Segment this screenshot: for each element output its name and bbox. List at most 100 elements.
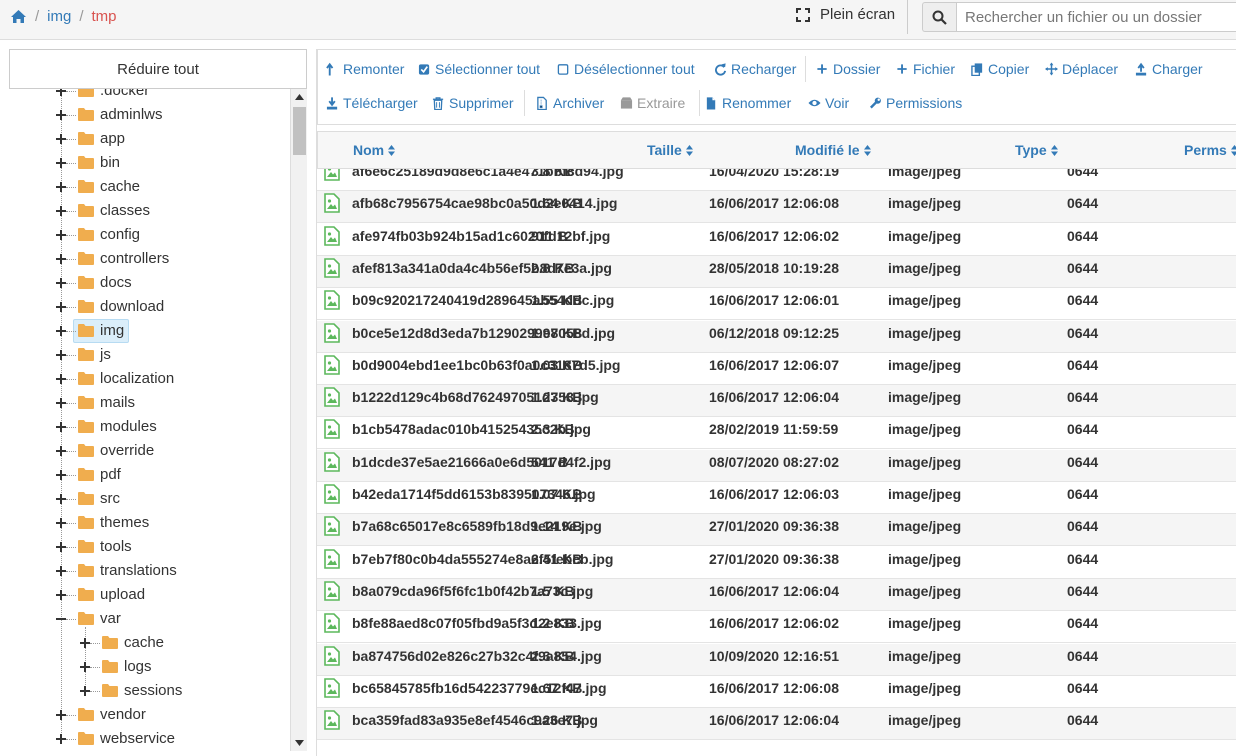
fullscreen-button[interactable]: Plein écran <box>796 6 895 23</box>
expand-toggle-icon[interactable] <box>56 302 66 312</box>
tree-item[interactable]: .docker <box>0 89 290 103</box>
toolbar-copier-button[interactable]: Copier <box>971 61 1029 77</box>
tree-item[interactable]: logs <box>0 655 290 679</box>
tree-item[interactable]: upload <box>0 583 290 607</box>
toolbar-charger-button[interactable]: Charger <box>1135 61 1203 77</box>
tree-item[interactable]: docs <box>0 271 290 295</box>
expand-toggle-icon[interactable] <box>56 590 66 600</box>
tree-item[interactable]: override <box>0 439 290 463</box>
toolbar-dossier-button[interactable]: Dossier <box>816 61 880 77</box>
table-row[interactable]: b42eda1714f5dd6153b839507346.jpg 1.07 KB 1… <box>317 482 1236 514</box>
tree-item[interactable]: controllers <box>0 247 290 271</box>
tree-item[interactable]: src <box>0 487 290 511</box>
collapse-all-button[interactable]: Réduire tout <box>9 49 307 89</box>
table-row[interactable]: af6e6c25189d9d8e6c1a4e471bbfcd94.jpg 3.8 … <box>317 169 1236 191</box>
expand-toggle-icon[interactable] <box>56 494 66 504</box>
toolbar-remonter-button[interactable]: Remonter <box>326 61 404 77</box>
tree-item[interactable]: classes <box>0 199 290 223</box>
table-row[interactable]: b7a68c65017e8c6589fb18d9e219e.jpg 1.14 KB… <box>317 514 1236 547</box>
expand-toggle-icon[interactable] <box>56 734 66 744</box>
column-header-type[interactable]: Type <box>1015 142 1058 158</box>
tree-item[interactable]: adminlws <box>0 103 290 127</box>
tree-item[interactable]: themes <box>0 511 290 535</box>
toolbar-voir-button[interactable]: Voir <box>808 95 849 111</box>
table-row[interactable]: afef813a341a0da4c4b56ef5b8d7e3a.jpg 2.8 K… <box>317 255 1236 288</box>
toolbar-deselectionner-tout-button[interactable]: Désélectionner tout <box>557 61 695 77</box>
tree-item[interactable]: translations <box>0 559 290 583</box>
table-row[interactable]: ba874756d02e826c27b32c4f9a854.jpg 2.3 KB 1… <box>317 643 1236 676</box>
tree-scrollbar[interactable] <box>290 89 307 751</box>
tree-item[interactable]: var <box>0 607 290 631</box>
table-row[interactable]: b8a079cda96f5f6fc1b0f42b7a73c.jpg 1.5 KB 1… <box>317 578 1236 611</box>
toolbar-fichier-button[interactable]: Fichier <box>896 61 955 77</box>
tree-item[interactable]: bin <box>0 151 290 175</box>
expand-toggle-icon[interactable] <box>56 398 66 408</box>
search-input[interactable] <box>956 2 1236 32</box>
toolbar-supprimer-button[interactable]: Supprimer <box>432 95 514 111</box>
table-row[interactable]: b0ce5e12d8d3eda7b1290299e8058d.jpg 1.97 K… <box>317 320 1236 353</box>
tree-item[interactable]: mails <box>0 391 290 415</box>
expand-toggle-icon[interactable] <box>56 254 66 264</box>
table-row[interactable]: afe974fb03b924b15ad1c6020fd12bf.jpg 911 B… <box>317 224 1236 256</box>
expand-toggle-icon[interactable] <box>56 446 66 456</box>
breadcrumb-img[interactable]: img <box>47 8 71 25</box>
tree-item[interactable]: cache <box>0 631 290 655</box>
expand-toggle-icon[interactable] <box>80 638 90 648</box>
expand-toggle-icon[interactable] <box>56 110 66 120</box>
column-header-size[interactable]: Taille <box>647 142 693 158</box>
table-row[interactable]: b09c920217240419d289645ab54ddc.jpg 1.55 K… <box>317 288 1236 321</box>
expand-toggle-icon[interactable] <box>56 182 66 192</box>
search-button[interactable] <box>922 2 956 32</box>
expand-toggle-icon[interactable] <box>80 686 90 696</box>
expand-toggle-icon[interactable] <box>56 374 66 384</box>
tree-item[interactable]: cache <box>0 175 290 199</box>
tree-item[interactable]: modules <box>0 415 290 439</box>
table-row[interactable]: b8fe88aed8c07f05fbd9a5f3d2e833.jpg 1.2 KB… <box>317 611 1236 644</box>
scroll-down-arrow-icon[interactable] <box>291 735 307 751</box>
table-row[interactable]: b7eb7f80c0b4da555274e8a6f5febcb.jpg 2.41 … <box>317 547 1236 579</box>
tree-item[interactable]: webservice <box>0 727 290 751</box>
expand-toggle-icon[interactable] <box>80 662 90 672</box>
expand-toggle-icon[interactable] <box>56 134 66 144</box>
table-row[interactable]: bc65845785fb16d54223779ec12f47.jpg 1.67 K… <box>317 676 1236 708</box>
table-row[interactable]: b1222d129c4b68d762497051d358.jpg 1.27 KB 1… <box>317 385 1236 418</box>
tree-item[interactable]: localization <box>0 367 290 391</box>
expand-toggle-icon[interactable] <box>56 566 66 576</box>
tree-item[interactable]: tools <box>0 535 290 559</box>
table-row[interactable]: b1dcde37e5ae21666a0e6d5017d4f2.jpg 541 B 0… <box>317 449 1236 482</box>
tree-item[interactable]: app <box>0 127 290 151</box>
tree-item[interactable]: js <box>0 343 290 367</box>
table-row[interactable]: b1cb5478adac010b41525435c2b.jpg 2.3 KB 28/… <box>317 417 1236 450</box>
expand-toggle-icon[interactable] <box>56 158 66 168</box>
toolbar-renommer-button[interactable]: Renommer <box>705 95 791 111</box>
collapse-toggle-icon[interactable] <box>56 614 66 624</box>
scrollbar-thumb[interactable] <box>293 107 306 155</box>
column-header-modified[interactable]: Modifié le <box>795 142 871 158</box>
expand-toggle-icon[interactable] <box>56 542 66 552</box>
expand-toggle-icon[interactable] <box>56 278 66 288</box>
column-header-perms[interactable]: Perms <box>1184 142 1236 158</box>
table-row[interactable]: afb68c7956754cae98bc0a50d2e0414.jpg 1.64 … <box>317 191 1236 224</box>
table-row[interactable]: b0d9004ebd1ee1bc0b63f0a0c3187d5.jpg 1.03 … <box>317 353 1236 385</box>
tree-item[interactable]: vendor <box>0 703 290 727</box>
toolbar-permissions-button[interactable]: Permissions <box>869 95 962 111</box>
expand-toggle-icon[interactable] <box>56 326 66 336</box>
expand-toggle-icon[interactable] <box>56 470 66 480</box>
toolbar-extraire-button[interactable]: Extraire <box>620 95 685 111</box>
tree-item[interactable]: img <box>0 319 290 343</box>
toolbar-deplacer-button[interactable]: Déplacer <box>1045 61 1118 77</box>
expand-toggle-icon[interactable] <box>56 422 66 432</box>
expand-toggle-icon[interactable] <box>56 89 66 96</box>
expand-toggle-icon[interactable] <box>56 710 66 720</box>
toolbar-archiver-button[interactable]: Archiver <box>536 95 604 111</box>
expand-toggle-icon[interactable] <box>56 206 66 216</box>
tree-item[interactable]: pdf <box>0 463 290 487</box>
toolbar-telecharger-button[interactable]: Télécharger <box>326 95 418 111</box>
toolbar-selectionner-tout-button[interactable]: Sélectionner tout <box>418 61 540 77</box>
home-icon[interactable] <box>10 9 27 24</box>
tree-item[interactable]: download <box>0 295 290 319</box>
expand-toggle-icon[interactable] <box>56 230 66 240</box>
table-row[interactable]: bca359fad83a935e8ef4546c9a3e7.jpg 1.26 KB… <box>317 708 1236 741</box>
expand-toggle-icon[interactable] <box>56 518 66 528</box>
tree-item[interactable]: sessions <box>0 679 290 703</box>
